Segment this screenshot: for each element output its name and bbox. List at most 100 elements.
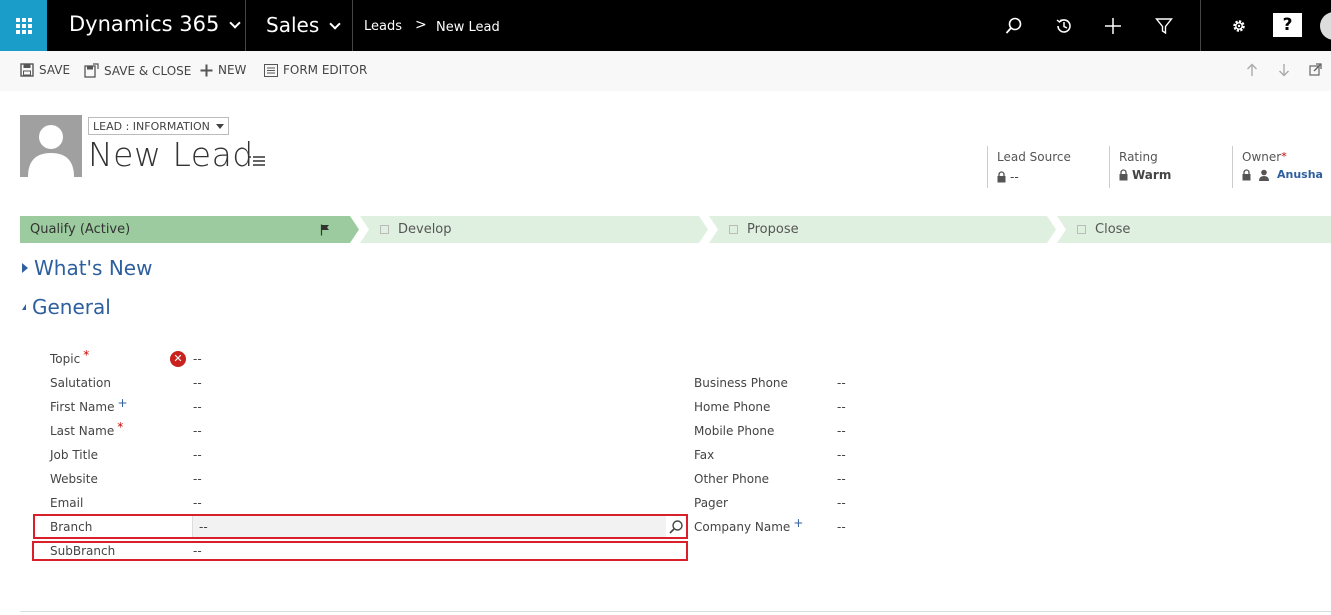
form-selector[interactable]: LEAD : INFORMATION [88, 117, 229, 135]
required-marker: * [83, 348, 90, 362]
form-editor-label: FORM EDITOR [283, 63, 368, 77]
advanced-find-button[interactable] [1152, 14, 1176, 38]
pager-value[interactable]: -- [837, 496, 846, 510]
stage-propose[interactable]: Propose [725, 216, 799, 243]
breadcrumb-leads[interactable]: Leads [364, 19, 402, 34]
subbranch-label: SubBranch [50, 544, 116, 558]
chevron-down-icon [329, 18, 341, 30]
pop-out-button[interactable] [1309, 63, 1322, 80]
breadcrumb-separator: > [415, 17, 427, 33]
history-icon [1056, 19, 1071, 33]
other-phone-value[interactable]: -- [837, 472, 846, 486]
record-menu-button[interactable] [248, 153, 266, 172]
other-phone-label: Other Phone [694, 472, 770, 486]
record-title: New Lead [88, 135, 254, 174]
field-fax[interactable]: Fax -- [694, 445, 1094, 465]
required-marker: * [1281, 150, 1287, 163]
breadcrumb-current: New Lead [436, 20, 500, 35]
stage-close[interactable]: Close [1073, 216, 1130, 243]
plus-icon [200, 64, 213, 76]
app-title: Dynamics 365 [69, 12, 220, 36]
topic-value[interactable]: -- [193, 352, 202, 366]
owner-value[interactable]: Anusha [1277, 168, 1323, 181]
stage-develop[interactable]: Develop [376, 216, 452, 243]
form-editor-button[interactable]: FORM EDITOR [264, 63, 367, 77]
help-button[interactable]: ? [1273, 13, 1302, 37]
job-title-value[interactable]: -- [193, 448, 202, 462]
company-name-label: Company Name [694, 520, 791, 534]
field-first-name[interactable]: First Name + -- [50, 396, 650, 417]
field-pager[interactable]: Pager -- [694, 493, 1094, 513]
recent-button[interactable] [1052, 14, 1076, 38]
lock-icon [1242, 168, 1251, 180]
dropdown-icon [215, 123, 224, 129]
top-nav-bar: Dynamics 365 Sales Leads > New Lead ? [0, 0, 1331, 51]
header-field-rating[interactable]: Rating Warm [1109, 146, 1171, 188]
field-business-phone[interactable]: Business Phone -- [694, 373, 1094, 393]
header-field-owner[interactable]: Owner* Anusha [1232, 146, 1323, 188]
arrow-up-icon [1247, 63, 1257, 76]
previous-record-button[interactable] [1246, 63, 1258, 81]
field-branch[interactable]: Branch -- [50, 517, 650, 537]
last-name-value[interactable]: -- [193, 424, 202, 438]
email-value[interactable]: -- [193, 496, 202, 510]
filter-icon [1155, 18, 1173, 35]
field-email[interactable]: Email -- [50, 493, 650, 513]
field-job-title[interactable]: Job Title -- [50, 445, 650, 465]
rating-value: Warm [1132, 168, 1172, 182]
branch-lookup-button[interactable] [668, 516, 686, 537]
company-name-value[interactable]: -- [837, 520, 846, 534]
stage-flag-button[interactable] [320, 216, 330, 243]
area-switcher-button[interactable]: Sales [266, 13, 341, 37]
next-record-button[interactable] [1278, 63, 1290, 81]
field-subbranch[interactable]: SubBranch -- [50, 541, 650, 561]
app-title-button[interactable]: Dynamics 365 [69, 12, 241, 36]
section-whats-new[interactable]: What's New [22, 256, 152, 280]
salutation-value[interactable]: -- [193, 376, 202, 390]
website-value[interactable]: -- [193, 472, 202, 486]
field-mobile-phone[interactable]: Mobile Phone -- [694, 421, 1094, 441]
user-avatar[interactable] [1320, 12, 1331, 40]
first-name-value[interactable]: -- [193, 400, 202, 414]
home-phone-value[interactable]: -- [837, 400, 846, 414]
field-last-name[interactable]: Last Name * -- [50, 420, 650, 441]
rating-label: Rating [1119, 150, 1158, 164]
required-marker: * [117, 420, 124, 434]
waffle-icon [15, 17, 32, 34]
field-home-phone[interactable]: Home Phone -- [694, 397, 1094, 417]
website-label: Website [50, 472, 98, 486]
stage-qualify[interactable]: Qualify (Active) [30, 216, 130, 243]
topic-label: Topic [50, 352, 81, 366]
gear-icon [1233, 20, 1245, 32]
arrow-down-icon [1279, 64, 1289, 77]
settings-button[interactable] [1227, 14, 1251, 38]
field-website[interactable]: Website -- [50, 469, 650, 489]
quick-create-button[interactable] [1101, 14, 1125, 38]
command-bar: SAVE SAVE & CLOSE NEW FORM EDITOR [0, 51, 1331, 91]
mobile-phone-value[interactable]: -- [837, 424, 846, 438]
business-phone-value[interactable]: -- [837, 376, 846, 390]
save-button[interactable]: SAVE [20, 63, 70, 77]
field-topic[interactable]: Topic * -- [50, 348, 650, 369]
header-field-lead-source[interactable]: Lead Source -- [987, 146, 1071, 188]
field-other-phone[interactable]: Other Phone -- [694, 469, 1094, 489]
collapse-icon [22, 304, 26, 310]
record-image[interactable] [20, 115, 82, 177]
lock-icon [997, 171, 1006, 183]
subbranch-value[interactable]: -- [193, 544, 202, 558]
field-salutation[interactable]: Salutation -- [50, 373, 650, 393]
search-icon [1005, 17, 1022, 34]
section-whats-new-title: What's New [34, 256, 153, 280]
new-button[interactable]: NEW [200, 63, 246, 77]
app-launcher-button[interactable] [0, 0, 47, 51]
save-close-button[interactable]: SAVE & CLOSE [84, 63, 191, 78]
owner-label: Owner [1242, 150, 1282, 164]
stage-checkbox [1077, 225, 1086, 234]
stage-close-label: Close [1095, 222, 1131, 237]
field-company-name[interactable]: Company Name + -- [694, 516, 1094, 537]
branch-value[interactable]: -- [199, 520, 208, 534]
fax-value[interactable]: -- [837, 448, 846, 462]
search-button[interactable] [1002, 14, 1026, 38]
chevron-down-icon [229, 17, 241, 29]
section-general[interactable]: General [22, 295, 111, 319]
